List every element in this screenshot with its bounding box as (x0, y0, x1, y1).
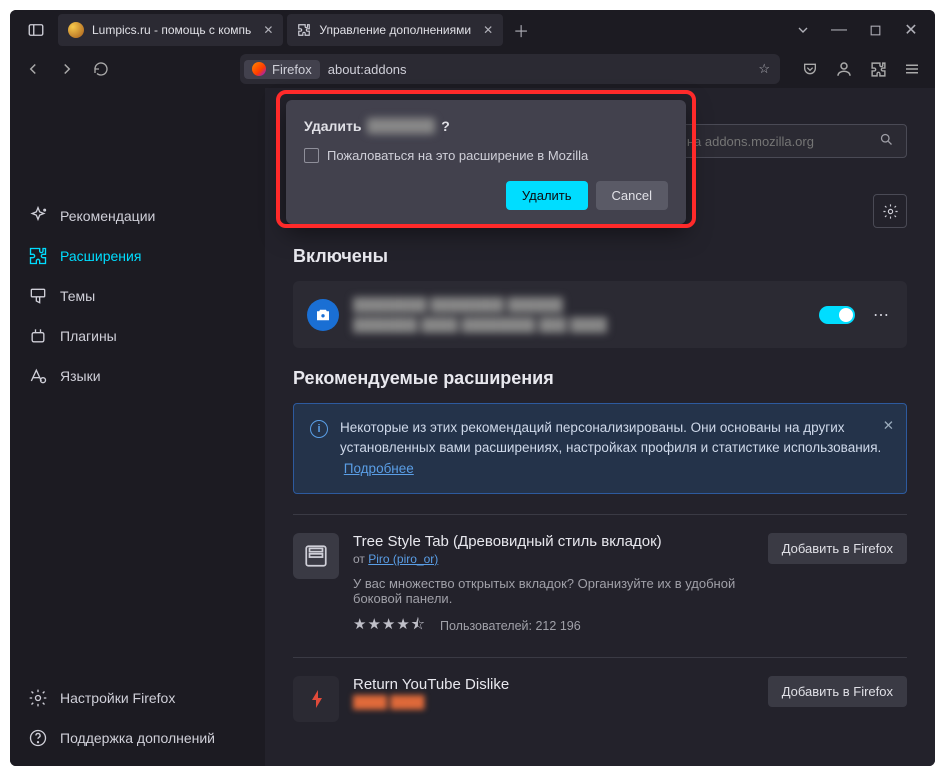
checkbox-icon[interactable] (304, 148, 319, 163)
confirm-delete-button[interactable]: Удалить (506, 181, 588, 210)
addon-toggle[interactable] (819, 306, 855, 324)
sidebar-item-themes[interactable]: Темы (10, 276, 265, 316)
help-icon (28, 728, 48, 748)
rec-title: Return YouTube Dislike (353, 676, 754, 693)
rating-stars: ★★★★⯪ (353, 614, 426, 639)
close-icon[interactable]: ✕ (263, 23, 273, 37)
addon-icon (307, 299, 339, 331)
banner-link[interactable]: Подробнее (344, 461, 414, 476)
sidebar-item-languages[interactable]: Языки (10, 356, 265, 396)
add-to-firefox-button[interactable]: Добавить в Firefox (768, 676, 907, 707)
remove-extension-dialog: Удалить x ? Пожаловаться на это расширен… (286, 100, 686, 224)
firefox-identity: Firefox (244, 60, 320, 79)
sidebar-item-plugins[interactable]: Плагины (10, 316, 265, 356)
sidebar-item-recommendations[interactable]: Рекомендации (10, 196, 265, 236)
author-link[interactable]: Piro (piro_or) (368, 552, 438, 566)
sidebar-item-label: Настройки Firefox (60, 690, 175, 706)
sidebar-item-label: Темы (60, 288, 95, 304)
dialog-extension-name-blurred: x (367, 118, 435, 134)
rec-description: У вас множество открытых вкладок? Органи… (353, 576, 754, 606)
bookmark-star-icon[interactable]: ☆ (758, 61, 770, 77)
brush-icon (28, 286, 48, 306)
puzzle-icon (297, 23, 311, 37)
info-icon: i (310, 420, 328, 438)
section-enabled-title: Включены (293, 246, 907, 267)
addon-blurred-text: ████████ ████████ █████████████ ████ ███… (353, 295, 805, 334)
return-youtube-dislike-icon (293, 676, 339, 722)
sidebar-toggle-icon[interactable] (18, 14, 54, 46)
cancel-button[interactable]: Cancel (596, 181, 668, 210)
sidebar: Рекомендации Расширения Темы Плагины Язы… (10, 88, 265, 766)
banner-text: Некоторые из этих рекомендаций персонали… (340, 420, 881, 455)
more-options-icon[interactable]: ⋯ (869, 301, 893, 329)
report-checkbox[interactable]: Пожаловаться на это расширение в Mozilla (304, 148, 668, 163)
extensions-settings-button[interactable] (873, 194, 907, 228)
new-tab-button[interactable]: ＋ (507, 16, 535, 44)
menu-icon[interactable] (897, 54, 927, 84)
extensions-icon[interactable] (863, 54, 893, 84)
puzzle-icon (28, 246, 48, 266)
forward-button[interactable] (52, 54, 82, 84)
account-icon[interactable] (829, 54, 859, 84)
tab-bar: Lumpics.ru - помощь с компь ✕ Управление… (10, 10, 935, 50)
lumpics-favicon (68, 22, 84, 38)
sidebar-item-label: Расширения (60, 248, 141, 264)
tree-style-tab-icon (293, 533, 339, 579)
sidebar-item-label: Поддержка дополнений (60, 730, 215, 746)
sidebar-item-label: Плагины (60, 328, 117, 344)
tab-addons[interactable]: Управление дополнениями ✕ (287, 14, 503, 46)
addon-row[interactable]: ████████ ████████ █████████████ ████ ███… (293, 281, 907, 348)
search-icon (879, 132, 894, 150)
sidebar-item-label: Языки (60, 368, 101, 384)
users-count: Пользователей: 212 196 (440, 619, 581, 633)
tab-title: Lumpics.ru - помощь с компь (92, 23, 251, 37)
sidebar-item-extensions[interactable]: Расширения (10, 236, 265, 276)
sidebar-item-support[interactable]: Поддержка дополнений (10, 718, 265, 758)
dialog-title: Удалить x ? (304, 118, 668, 134)
rec-title: Tree Style Tab (Древовидный стиль вкладо… (353, 533, 754, 550)
reload-button[interactable] (86, 54, 116, 84)
maximize-icon[interactable] (859, 14, 891, 46)
add-to-firefox-button[interactable]: Добавить в Firefox (768, 533, 907, 564)
url-text: about:addons (328, 62, 407, 77)
language-icon (28, 366, 48, 386)
tab-lumpics[interactable]: Lumpics.ru - помощь с компь ✕ (58, 14, 283, 46)
rec-author-blurred: ████ ████ (353, 695, 754, 709)
gear-icon (28, 688, 48, 708)
info-banner: i Некоторые из этих рекомендаций персона… (293, 403, 907, 494)
checkbox-label: Пожаловаться на это расширение в Mozilla (327, 148, 588, 163)
url-brand-label: Firefox (272, 62, 312, 77)
minimize-icon[interactable]: — (823, 14, 855, 46)
close-icon[interactable]: ✕ (483, 23, 493, 37)
recommended-card-tree-style-tab: Tree Style Tab (Древовидный стиль вкладо… (293, 514, 907, 657)
back-button[interactable] (18, 54, 48, 84)
sparkle-icon (28, 206, 48, 226)
pocket-icon[interactable] (795, 54, 825, 84)
close-icon[interactable]: ✕ (883, 416, 894, 436)
nav-bar: Firefox about:addons ☆ (10, 50, 935, 88)
tabs-dropdown-icon[interactable] (787, 14, 819, 46)
url-bar[interactable]: Firefox about:addons ☆ (240, 54, 780, 84)
sidebar-item-settings[interactable]: Настройки Firefox (10, 678, 265, 718)
window-close-icon[interactable]: ✕ (895, 14, 927, 46)
plugin-icon (28, 326, 48, 346)
rec-author: от Piro (piro_or) (353, 552, 754, 566)
section-recommended-title: Рекомендуемые расширения (293, 368, 907, 389)
tab-title: Управление дополнениями (319, 23, 471, 37)
recommended-card-return-youtube-dislike: Return YouTube Dislike ████ ████ Добавит… (293, 657, 907, 740)
firefox-logo-icon (252, 62, 266, 76)
sidebar-item-label: Рекомендации (60, 208, 155, 224)
